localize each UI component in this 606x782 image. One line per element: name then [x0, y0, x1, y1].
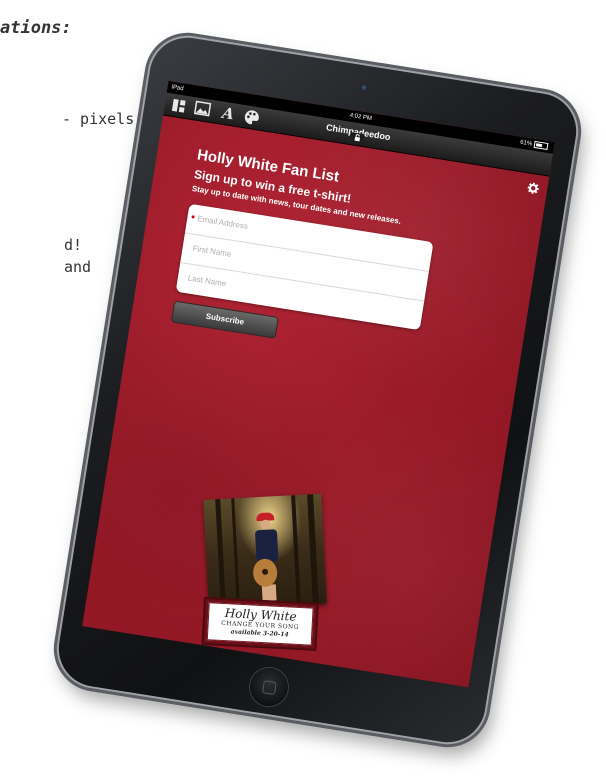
- required-indicator: [191, 215, 195, 219]
- subscribe-button[interactable]: Subscribe: [170, 300, 279, 339]
- doc-text-fragment: and: [64, 258, 92, 276]
- app-screen: iPad 4:02 PM 61% A Chimpadeedoo Holly Wh…: [82, 80, 555, 688]
- first-name-placeholder: First Name: [191, 243, 232, 259]
- signup-form-container: Holly White Fan List Sign up to win a fr…: [170, 146, 495, 369]
- battery-icon: [533, 140, 549, 150]
- email-placeholder: Email Address: [196, 214, 249, 232]
- artist-photo: [203, 493, 327, 610]
- doc-text-fragment: - pixels: [62, 110, 135, 128]
- home-button[interactable]: [247, 665, 291, 709]
- doc-text-fragment: d!: [64, 236, 83, 254]
- ipad-device: iPad 4:02 PM 61% A Chimpadeedoo Holly Wh…: [51, 30, 584, 750]
- camera-icon: [359, 82, 369, 93]
- settings-gear-icon[interactable]: [526, 180, 541, 200]
- last-name-placeholder: Last Name: [187, 273, 227, 289]
- album-card: Holly White CHANGE YOUR SONG available 3…: [201, 596, 319, 651]
- lock-icon: [354, 134, 361, 142]
- doc-heading-fragment: ations:: [0, 18, 72, 38]
